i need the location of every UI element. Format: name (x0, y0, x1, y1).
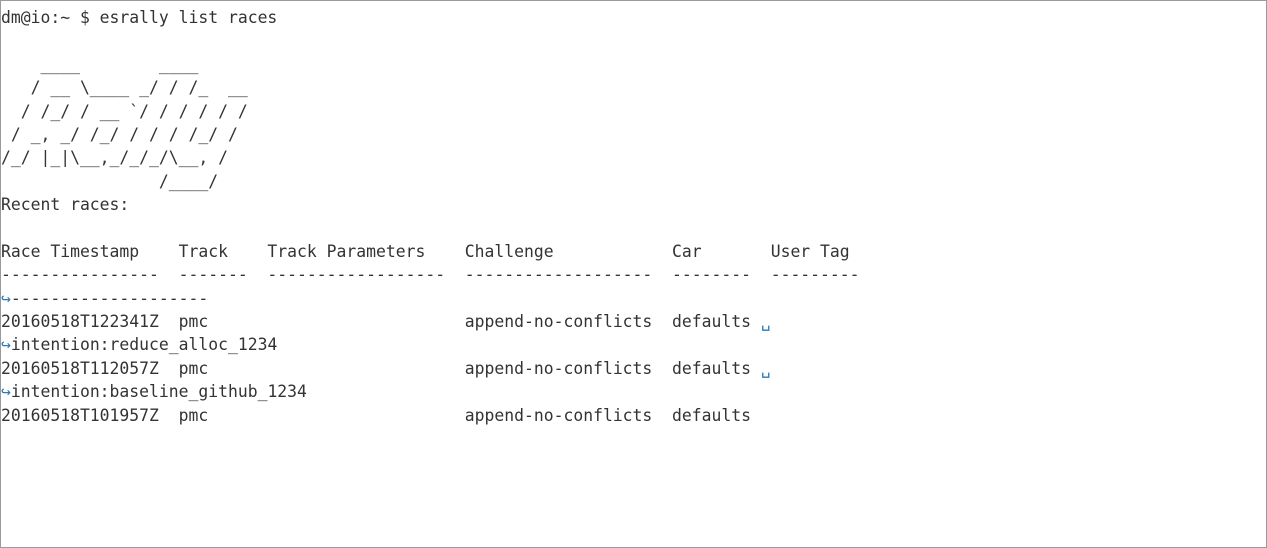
wrap-arrow-icon: ↪ (1, 288, 11, 308)
banner-line: / /_/ / __ `/ / / / / / (1, 101, 248, 121)
wrap-space-icon: ␣ (760, 312, 771, 332)
wrap-space-icon: ␣ (760, 358, 771, 378)
command-line: dm@io:~ $ esrally list races (1, 8, 278, 27)
banner-line: / __ \____ _/ / /_ __ (1, 78, 248, 98)
wrap-arrow-icon: ↪ (1, 382, 11, 402)
table-row-continuation: ↪intention:reduce_alloc_1234 (1, 333, 1266, 356)
banner-line: /_/ |_|\__,_/_/_/\__, / (1, 148, 228, 168)
wrap-arrow-icon: ↪ (1, 335, 11, 355)
table-row: 20160518T101957Z pmc append-no-conflicts… (1, 404, 1266, 427)
user-tag-text: intention:baseline_github_1234 (10, 382, 307, 402)
user-tag-text: intention:reduce_alloc_1234 (10, 335, 278, 355)
table-row-continuation: ↪intention:baseline_github_1234 (1, 380, 1266, 403)
banner-line: /____/ (1, 171, 219, 191)
row-text: 20160518T112057Z pmc append-no-conflicts… (1, 358, 761, 378)
terminal-output: dm@io:~ $ esrally list races ____ ____ /… (0, 0, 1267, 548)
banner-line: / _, _/ /_/ / / / /_/ / (1, 124, 238, 144)
row-text: 20160518T122341Z pmc append-no-conflicts… (1, 312, 761, 332)
row-text: 20160518T101957Z pmc append-no-conflicts… (1, 405, 751, 425)
table-separator-continuation: ↪-------------------- (1, 287, 1266, 310)
banner-line: ____ ____ (1, 54, 199, 74)
table-row: 20160518T112057Z pmc append-no-conflicts… (1, 357, 1266, 380)
table-separator: ---------------- ------- ---------------… (1, 265, 860, 285)
table-row: 20160518T122341Z pmc append-no-conflicts… (1, 310, 1266, 333)
table-header: Race Timestamp Track Track Parameters Ch… (1, 241, 850, 261)
separator-cont-text: -------------------- (10, 288, 209, 308)
recent-races-heading: Recent races: (1, 195, 130, 215)
